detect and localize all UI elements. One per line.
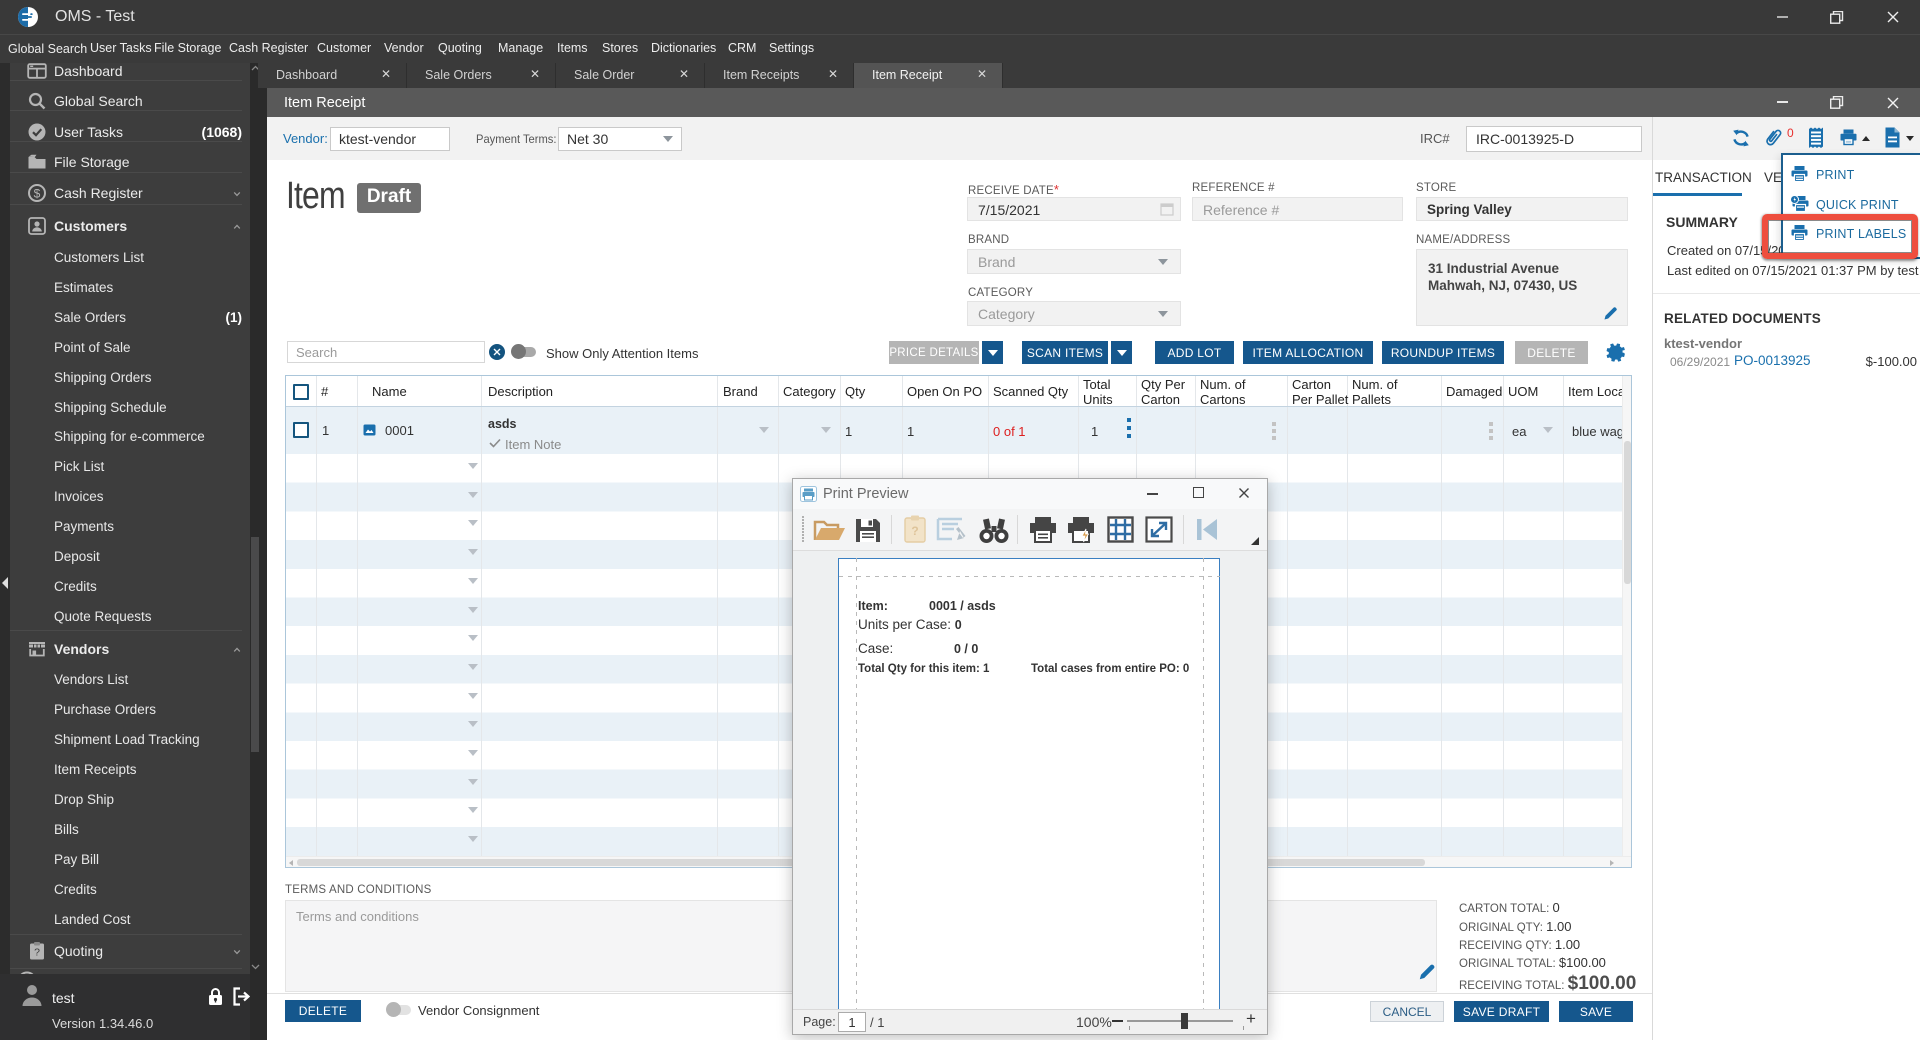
svg-text:$: $ [34,186,41,200]
svg-text:?: ? [34,947,40,959]
svg-text:?: ? [911,524,918,538]
